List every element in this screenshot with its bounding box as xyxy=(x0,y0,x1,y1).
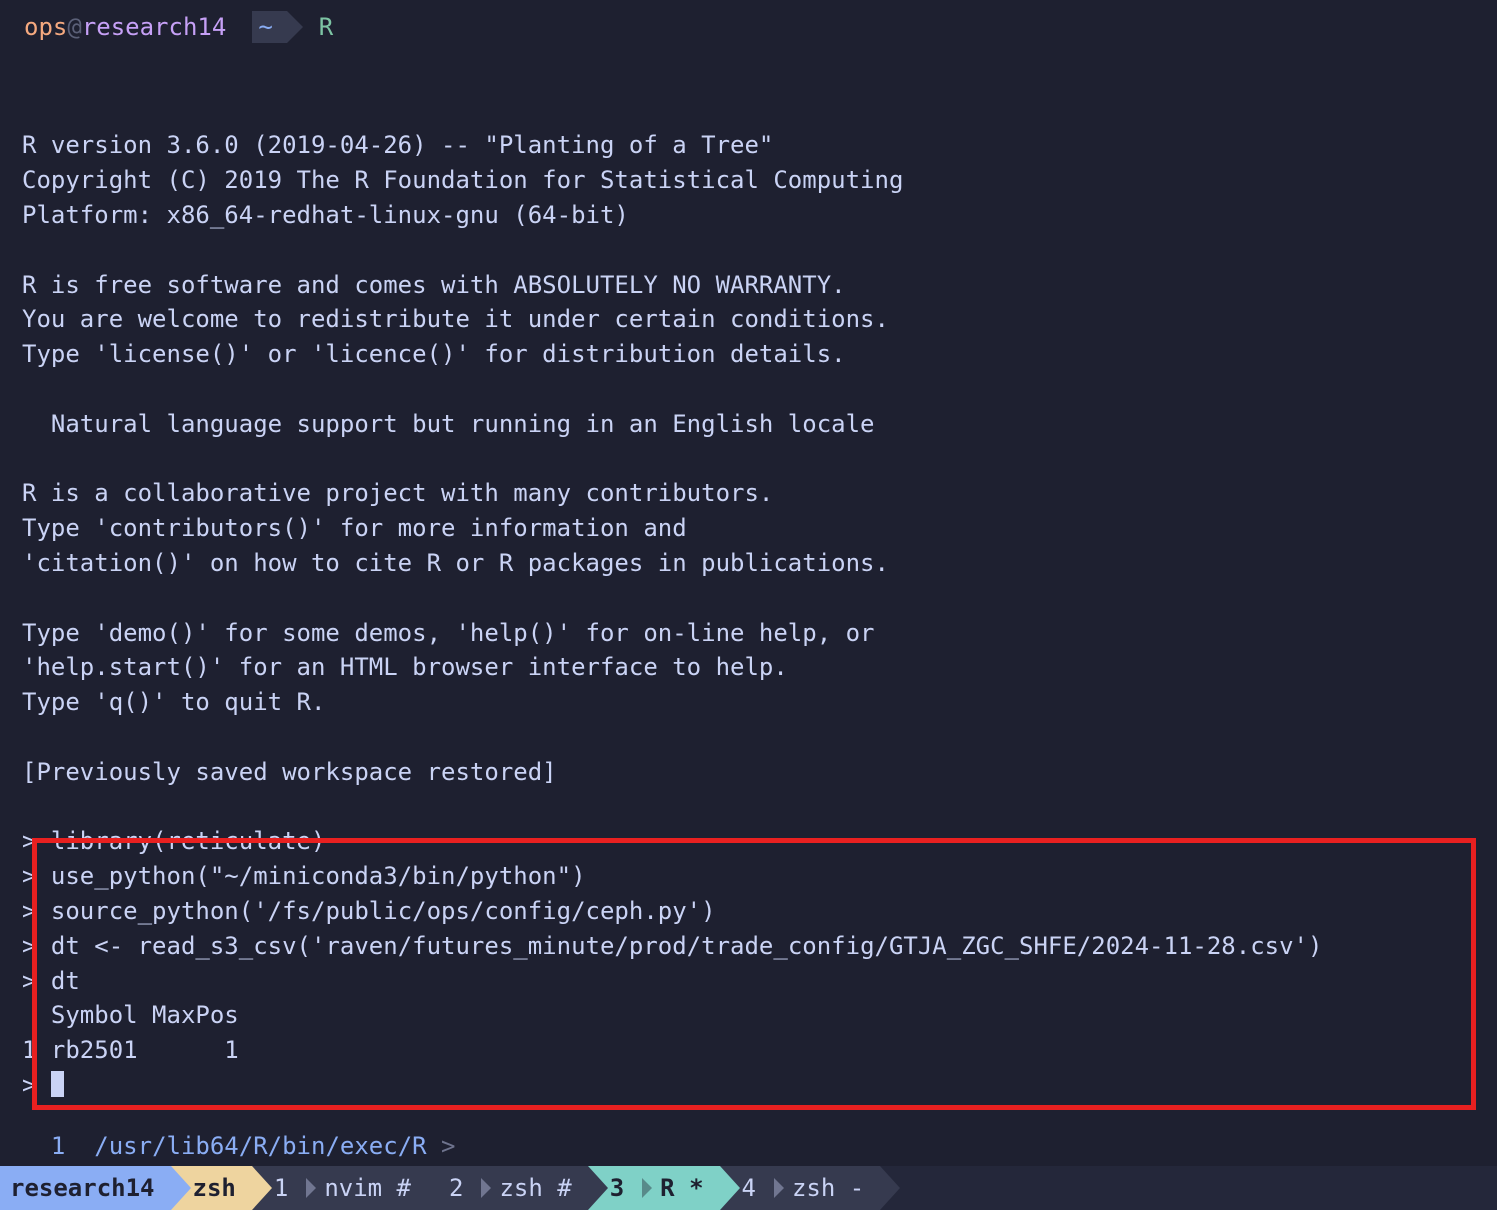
output-line: 'help.start()' for an HTML browser inter… xyxy=(22,653,788,681)
output-line: Type 'demo()' for some demos, 'help()' f… xyxy=(22,619,875,647)
status-pane-num: 1 xyxy=(51,1132,65,1160)
output-line: R version 3.6.0 (2019-04-26) -- "Plantin… xyxy=(22,131,773,159)
tmux-tab-label: zsh # xyxy=(499,1171,571,1206)
prompt-cwd: ~ xyxy=(252,11,286,43)
tmux-host[interactable]: research14 xyxy=(0,1166,171,1210)
r-prompt: > xyxy=(22,932,36,960)
tmux-tab-label: nvim # xyxy=(324,1171,411,1206)
prompt-at: @ xyxy=(67,10,81,45)
tmux-tab-num: 2 xyxy=(449,1171,463,1206)
output-line: Type 'contributors()' for more informati… xyxy=(22,514,687,542)
output-line: 'citation()' on how to cite R or R packa… xyxy=(22,549,889,577)
output-line: Type 'q()' to quit R. xyxy=(22,688,325,716)
terminal-screen[interactable]: ops@research14 ~ R R version 3.6.0 (2019… xyxy=(0,0,1497,1210)
r-output-row: rb2501 1 xyxy=(36,1036,238,1064)
r-prompt: > xyxy=(22,1071,36,1099)
prompt-bar: ops@research14 ~ R xyxy=(0,0,1497,49)
terminal-output[interactable]: R version 3.6.0 (2019-04-26) -- "Plantin… xyxy=(0,49,1497,1103)
tmux-tab[interactable]: 4 zsh - xyxy=(720,1166,881,1210)
output-line: Type 'license()' or 'licence()' for dist… xyxy=(22,340,846,368)
output-line: Natural language support but running in … xyxy=(22,410,875,438)
r-input-line: source_python('/fs/public/ops/config/cep… xyxy=(51,897,716,925)
status-tail: > xyxy=(427,1132,456,1160)
r-prompt: > xyxy=(22,967,36,995)
r-prompt: > xyxy=(22,862,36,890)
r-prompt: > xyxy=(22,827,36,855)
r-input-line: use_python("~/miniconda3/bin/python") xyxy=(51,862,586,890)
prompt-host: research14 xyxy=(82,10,227,45)
output-line: Platform: x86_64-redhat-linux-gnu (64-bi… xyxy=(22,201,629,229)
status-line: 1 /usr/lib64/R/bin/exec/R > xyxy=(0,1129,1497,1164)
r-input-line: library(reticulate) xyxy=(51,827,326,855)
r-input-line: dt xyxy=(51,967,80,995)
prompt-command: R xyxy=(319,10,333,45)
tmux-tab-num: 3 xyxy=(610,1171,624,1206)
cursor[interactable] xyxy=(51,1071,64,1097)
tmux-tab[interactable]: 2 zsh # xyxy=(427,1166,588,1210)
tmux-bar: research14 zsh 1nvim # 2zsh # 3R * 4zsh … xyxy=(0,1166,1497,1210)
r-input-line: dt <- read_s3_csv('raven/futures_minute/… xyxy=(51,932,1323,960)
output-line: [Previously saved workspace restored] xyxy=(22,758,557,786)
tmux-tab-label: zsh - xyxy=(792,1171,864,1206)
r-output-rowidx: 1 xyxy=(22,1036,36,1064)
output-line: You are welcome to redistribute it under… xyxy=(22,305,889,333)
r-prompt: > xyxy=(22,897,36,925)
tmux-tab-num: 4 xyxy=(742,1171,756,1206)
tmux-tab[interactable]: 1 nvim # xyxy=(252,1166,427,1210)
tmux-tab-num: 1 xyxy=(274,1171,288,1206)
r-output-header: Symbol MaxPos xyxy=(22,1001,239,1029)
output-line: R is a collaborative project with many c… xyxy=(22,479,773,507)
output-line: R is free software and comes with ABSOLU… xyxy=(22,271,846,299)
status-path: /usr/lib64/R/bin/exec/R xyxy=(94,1132,426,1160)
prompt-user: ops xyxy=(24,10,67,45)
output-line: Copyright (C) 2019 The R Foundation for … xyxy=(22,166,903,194)
tmux-tab-label: R * xyxy=(660,1171,703,1206)
